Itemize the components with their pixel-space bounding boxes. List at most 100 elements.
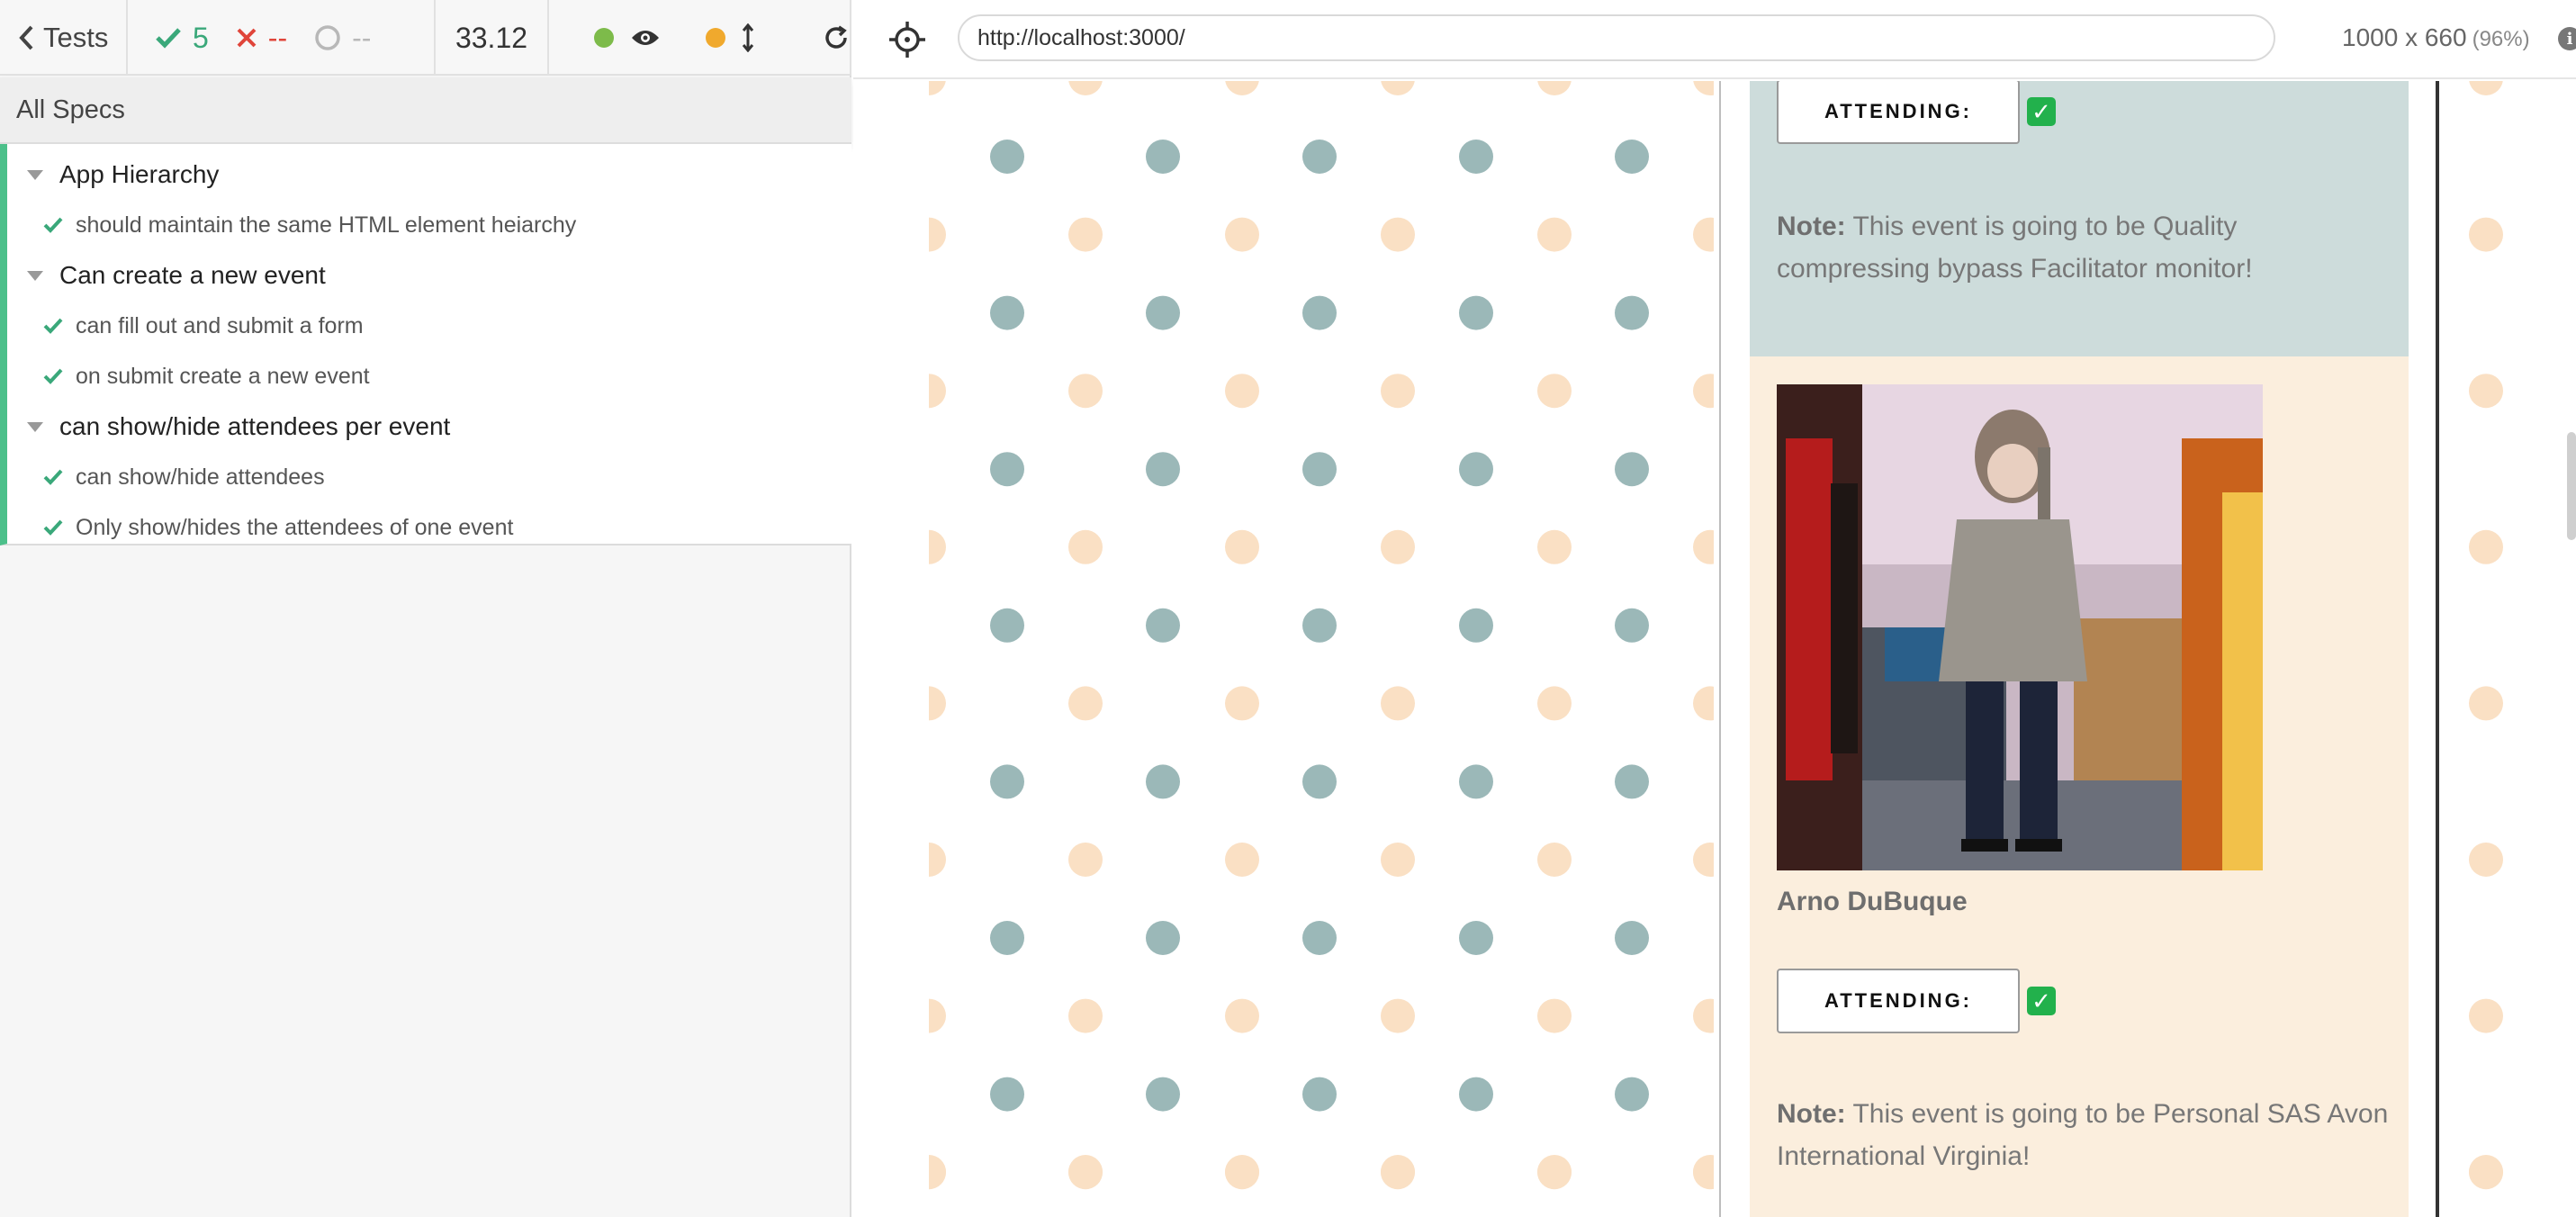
test-title: should maintain the same HTML element he… [76, 212, 577, 238]
info-icon[interactable]: i [2558, 27, 2576, 50]
teal-dot [990, 140, 1024, 174]
suite-title: App Hierarchy [59, 160, 220, 188]
teal-dot [1615, 140, 1649, 174]
note-label: Note: [1777, 1099, 1846, 1129]
url-bar[interactable]: http://localhost:3000/ [958, 14, 2275, 61]
suite-title: can show/hide attendees per event [59, 412, 451, 440]
teal-dot [1146, 452, 1180, 487]
suite-row[interactable]: Can create a new event [7, 250, 326, 301]
peach-dot [1537, 81, 1572, 95]
peach-dot [929, 843, 946, 877]
viewport-dimensions: 1000 x 660 [2342, 23, 2467, 51]
x-icon [237, 28, 257, 48]
peach-dot [1381, 686, 1415, 721]
peach-dot [1537, 686, 1572, 721]
spinner-icon [315, 25, 340, 50]
peach-dot [1381, 1155, 1415, 1189]
suite-row[interactable]: can show/hide attendees per event [7, 401, 450, 452]
test-title: on submit create a new event [76, 363, 370, 389]
all-specs-bar[interactable]: All Specs [0, 77, 851, 144]
peach-dot [1537, 217, 1572, 252]
peach-dot [1537, 1155, 1572, 1189]
check-icon [43, 217, 63, 233]
peach-dot [1693, 686, 1714, 721]
test-row[interactable]: can show/hide attendees [7, 452, 325, 502]
teal-dot [1615, 764, 1649, 799]
peach-dot [1693, 529, 1714, 564]
teal-dot [1302, 608, 1337, 643]
caret-down-icon [27, 169, 43, 180]
teal-dot [1459, 1077, 1493, 1112]
failed-stat: -- [236, 22, 287, 55]
peach-dot [1225, 1155, 1259, 1189]
teal-dot [990, 921, 1024, 955]
teal-dot [1615, 1077, 1649, 1112]
peach-dot [2469, 81, 2503, 95]
test-row[interactable]: can fill out and submit a form [7, 301, 364, 351]
test-row[interactable]: should maintain the same HTML element he… [7, 200, 576, 250]
teal-dot [1302, 140, 1337, 174]
teal-dot [1459, 921, 1493, 955]
peach-dot [1381, 998, 1415, 1033]
tests-back-button[interactable]: Tests [0, 0, 128, 76]
attending-button[interactable]: ATTENDING: [1777, 969, 2020, 1033]
test-title: can show/hide attendees [76, 464, 325, 490]
running-status-dot [594, 28, 614, 48]
event-note: Note: This event is going to be Quality … [1777, 205, 2389, 290]
polka-dot-background [2469, 81, 2503, 1190]
peach-dot [1225, 686, 1259, 721]
reload-icon[interactable] [823, 24, 850, 51]
test-row[interactable]: on submit create a new event [7, 351, 370, 401]
test-row[interactable]: Only show/hides the attendees of one eve… [7, 502, 513, 553]
peach-dot [1693, 81, 1714, 95]
peach-dot [929, 374, 946, 409]
note-label: Note: [1777, 212, 1846, 241]
teal-dot [1146, 295, 1180, 330]
tests-label: Tests [43, 22, 109, 53]
caret-down-icon [27, 270, 43, 281]
teal-dot [1615, 608, 1649, 643]
teal-dot [990, 1077, 1024, 1112]
teal-dot [1302, 764, 1337, 799]
pending-stat: -- [314, 22, 371, 55]
checkmark-icon: ✓ [2027, 987, 2056, 1015]
teal-dot [990, 452, 1024, 487]
app-under-test-viewport: ATTENDING: ✓ Note: This event is going t… [853, 81, 2576, 1217]
peach-dot [1225, 374, 1259, 409]
teal-dot [1615, 295, 1649, 330]
chevron-left-icon [19, 25, 33, 50]
teal-dot [990, 295, 1024, 330]
suite-title: Can create a new event [59, 261, 326, 289]
viewport-zoom: (96%) [2472, 27, 2530, 51]
teal-dot [1459, 764, 1493, 799]
peach-dot [1068, 529, 1103, 564]
event-content-column: ATTENDING: ✓ Note: This event is going t… [1750, 81, 2409, 1217]
note-text: This event is going to be Personal SAS A… [1777, 1099, 2389, 1171]
pending-count: -- [352, 21, 372, 54]
teal-dot [1615, 452, 1649, 487]
peach-dot [929, 529, 946, 564]
app-toolbar: http://localhost:3000/ 1000 x 660 (96%) i [853, 0, 2576, 79]
crosshair-icon[interactable] [887, 20, 927, 59]
peach-dot [1225, 998, 1259, 1033]
peach-dot [929, 1155, 946, 1189]
peach-dot [1537, 843, 1572, 877]
teal-dot [1459, 608, 1493, 643]
event-note: Note: This event is going to be Personal… [1777, 1093, 2389, 1177]
suite-row[interactable]: App Hierarchy [7, 149, 219, 200]
peach-dot [929, 217, 946, 252]
divider-line [1719, 81, 1721, 1217]
aut-scrollbar[interactable] [2567, 432, 2576, 540]
peach-dot [2469, 529, 2503, 564]
attending-button[interactable]: ATTENDING: [1777, 81, 2020, 144]
teal-dot [990, 764, 1024, 799]
teal-dot [1146, 764, 1180, 799]
attendee-name: Arno DuBuque [1777, 887, 1968, 916]
peach-dot [1537, 998, 1572, 1033]
scroll-arrows-icon[interactable] [742, 23, 754, 52]
peach-dot [1225, 529, 1259, 564]
eye-icon[interactable] [630, 27, 661, 49]
peach-dot [1381, 81, 1415, 95]
teal-dot [1302, 1077, 1337, 1112]
check-icon [43, 318, 63, 334]
